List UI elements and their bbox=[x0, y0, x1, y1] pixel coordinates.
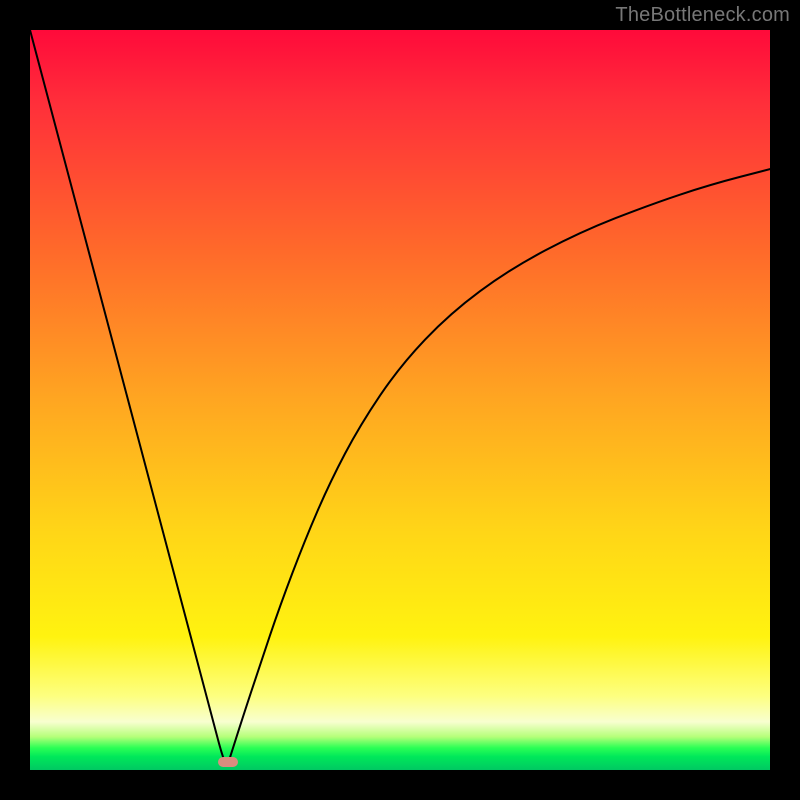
watermark-text: TheBottleneck.com bbox=[615, 4, 790, 27]
plot-area bbox=[30, 30, 770, 770]
bottleneck-curve bbox=[30, 30, 770, 770]
chart-frame: TheBottleneck.com bbox=[0, 0, 800, 800]
minimum-marker bbox=[218, 757, 238, 767]
